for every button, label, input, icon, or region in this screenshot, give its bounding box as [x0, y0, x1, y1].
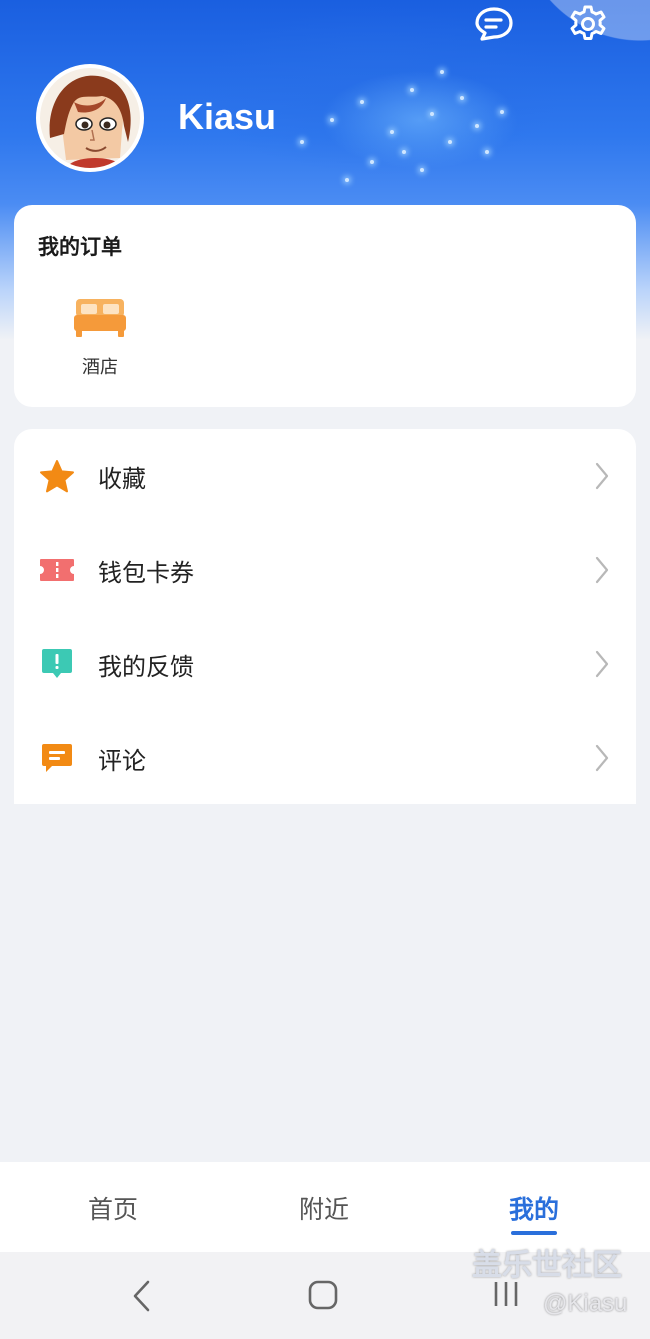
hotel-label: 酒店 — [82, 357, 118, 378]
tab-mine[interactable]: 我的 — [474, 1190, 594, 1226]
star-icon — [38, 457, 76, 495]
feedback-icon — [38, 645, 76, 683]
chevron-right-icon — [595, 744, 609, 772]
gear-icon[interactable] — [566, 2, 610, 46]
menu-item-label: 收藏 — [98, 464, 146, 493]
orders-item-hotel[interactable]: 酒店 — [58, 295, 142, 379]
tab-home[interactable]: 首页 — [53, 1190, 173, 1226]
bed-icon — [74, 299, 126, 337]
recents-icon[interactable] — [492, 1280, 520, 1308]
avatar[interactable] — [36, 64, 144, 172]
menu-item-wallet-coupons[interactable]: 钱包卡券 — [14, 523, 636, 617]
bottom-tab-bar: 首页 附近 我的 — [0, 1162, 650, 1252]
chevron-right-icon — [595, 650, 609, 678]
menu-item-label: 我的反馈 — [98, 652, 194, 681]
back-icon[interactable] — [130, 1279, 154, 1313]
chevron-right-icon — [595, 462, 609, 490]
orders-title: 我的订单 — [38, 235, 122, 259]
my-orders-card: 我的订单 酒店 — [14, 205, 636, 407]
menu-item-comments[interactable]: 评论 — [14, 711, 636, 805]
active-tab-indicator — [511, 1231, 557, 1235]
comment-icon — [38, 739, 76, 777]
message-icon[interactable] — [472, 2, 516, 46]
watermark-community: 盖乐世社区 — [472, 1248, 622, 1283]
menu-item-label: 评论 — [98, 746, 146, 775]
username: Kiasu — [178, 96, 277, 137]
menu-item-label: 钱包卡券 — [98, 558, 194, 587]
tab-nearby[interactable]: 附近 — [264, 1190, 384, 1226]
ticket-icon — [38, 551, 76, 589]
watermark-author: @Kiasu — [543, 1290, 628, 1317]
home-icon[interactable] — [308, 1280, 338, 1310]
menu-item-favorites[interactable]: 收藏 — [14, 429, 636, 523]
menu-item-feedback[interactable]: 我的反馈 — [14, 617, 636, 711]
menu-list: 收藏 钱包卡券 我的反馈 评论 — [14, 429, 636, 804]
chevron-right-icon — [595, 556, 609, 584]
